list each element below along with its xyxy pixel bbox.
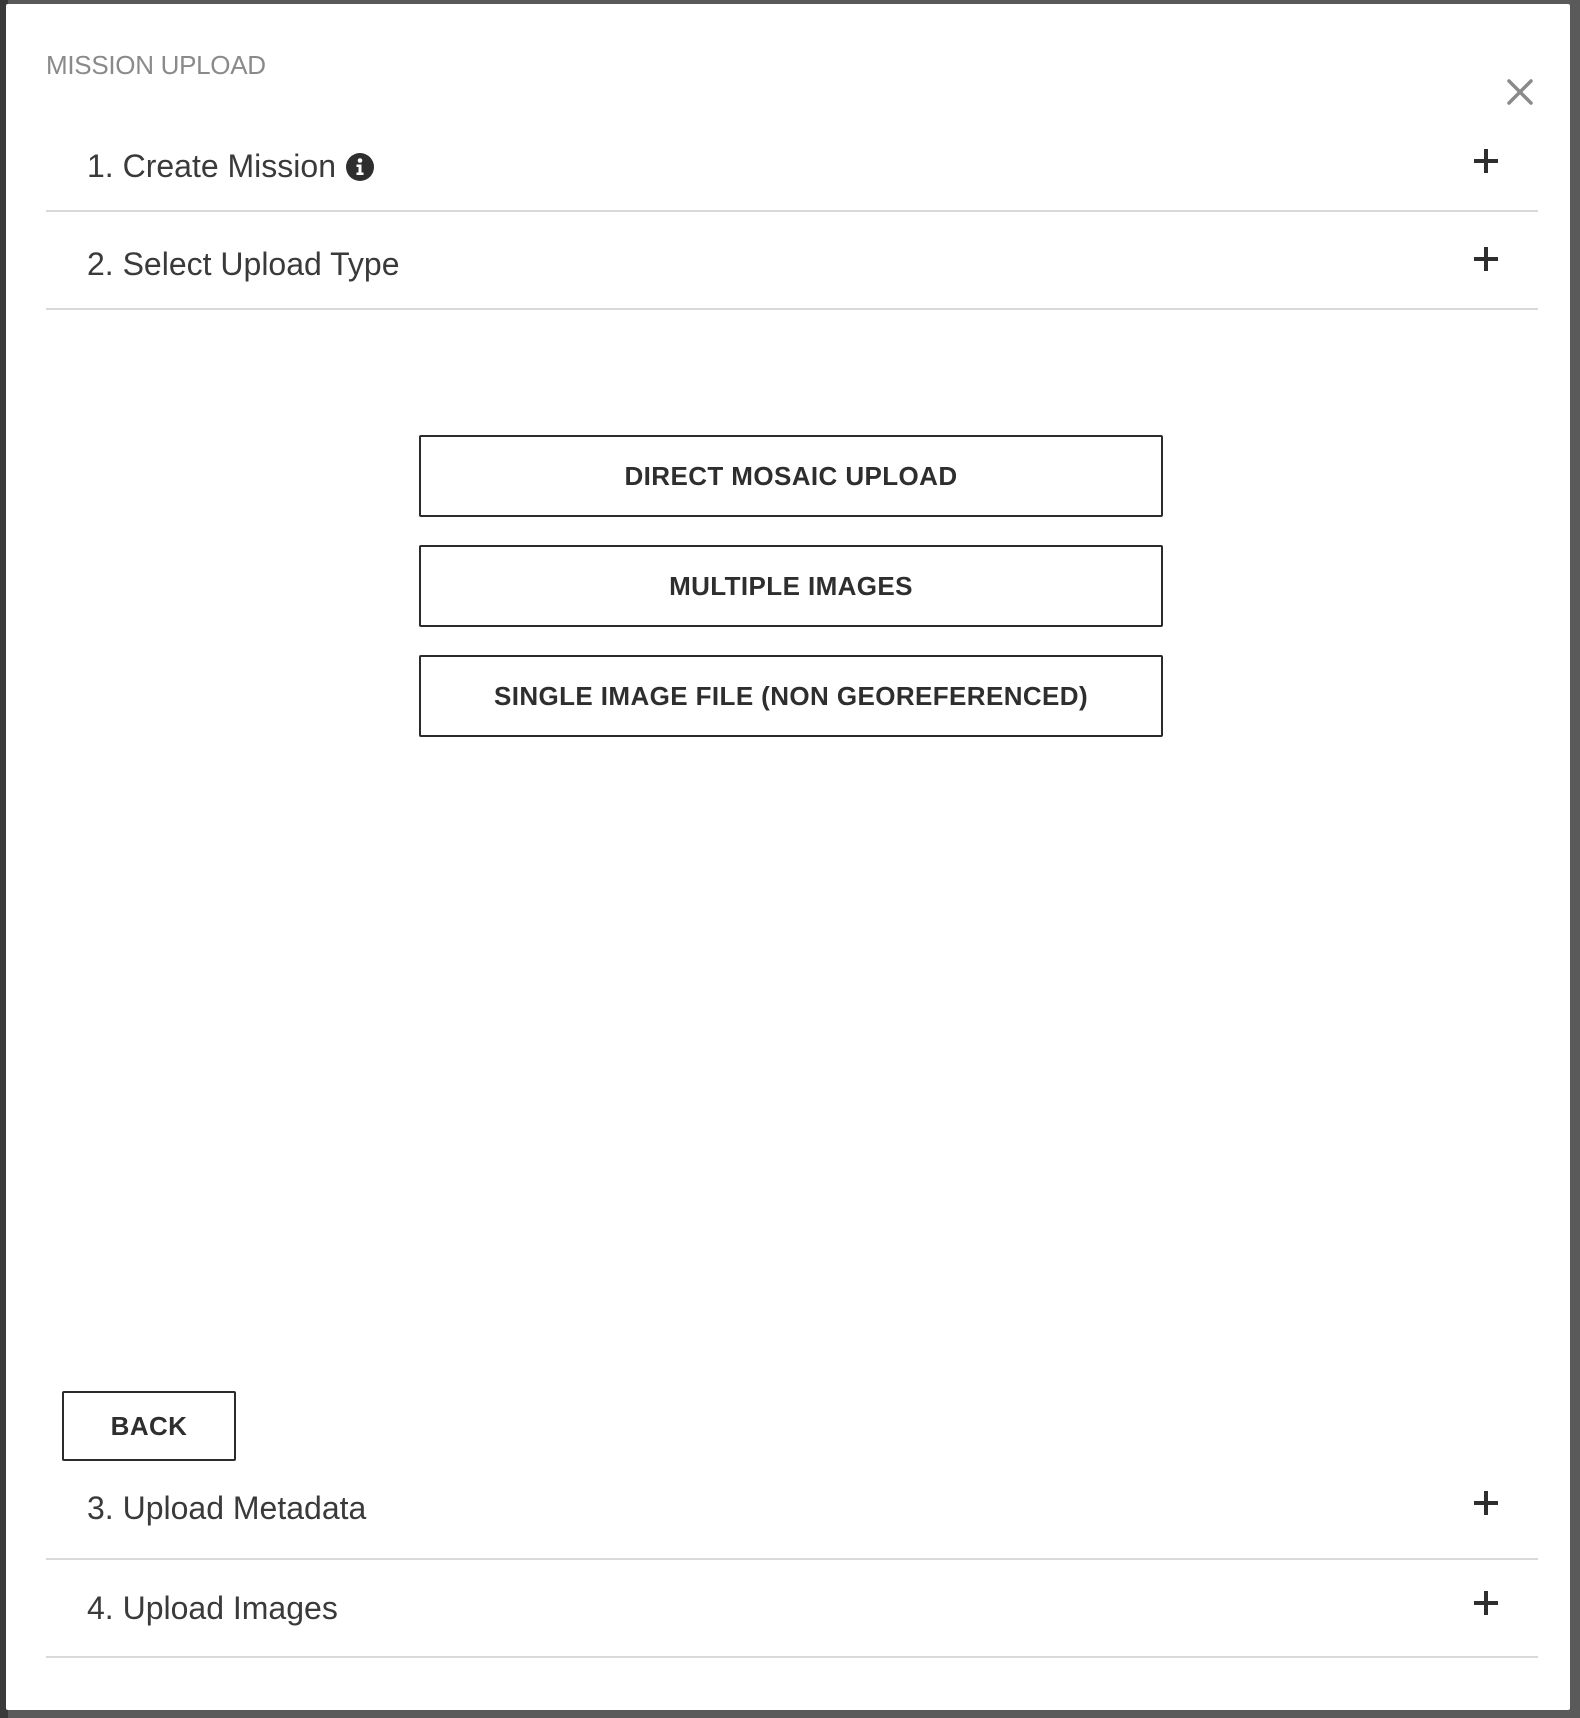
multiple-images-button[interactable]: MULTIPLE IMAGES bbox=[419, 545, 1163, 627]
direct-mosaic-upload-button[interactable]: DIRECT MOSAIC UPLOAD bbox=[419, 435, 1163, 517]
back-button[interactable]: BACK bbox=[62, 1391, 236, 1461]
close-button[interactable] bbox=[1500, 72, 1540, 112]
modal-title: MISSION UPLOAD bbox=[46, 50, 266, 80]
plus-icon[interactable] bbox=[1472, 245, 1500, 273]
step-label: 4. Upload Images bbox=[87, 1590, 338, 1626]
plus-icon[interactable] bbox=[1472, 1589, 1500, 1617]
step-select-upload-type[interactable]: 2. Select Upload Type bbox=[46, 212, 1538, 310]
step-create-mission[interactable]: 1. Create Mission bbox=[46, 114, 1538, 212]
step-label: 1. Create Mission bbox=[87, 148, 336, 184]
step-upload-images[interactable]: 4. Upload Images bbox=[46, 1560, 1538, 1658]
step-label: 3. Upload Metadata bbox=[87, 1490, 367, 1526]
single-image-file-button[interactable]: SINGLE IMAGE FILE (NON GEOREFERENCED) bbox=[419, 655, 1163, 737]
step-label: 2. Select Upload Type bbox=[87, 246, 400, 282]
plus-icon[interactable] bbox=[1472, 147, 1500, 175]
close-icon bbox=[1507, 79, 1533, 105]
mission-upload-modal: MISSION UPLOAD 1. Create Mission 2. Sele… bbox=[6, 4, 1570, 1710]
step-upload-metadata[interactable]: 3. Upload Metadata bbox=[46, 1462, 1538, 1560]
info-icon[interactable] bbox=[345, 152, 375, 182]
plus-icon[interactable] bbox=[1472, 1489, 1500, 1517]
